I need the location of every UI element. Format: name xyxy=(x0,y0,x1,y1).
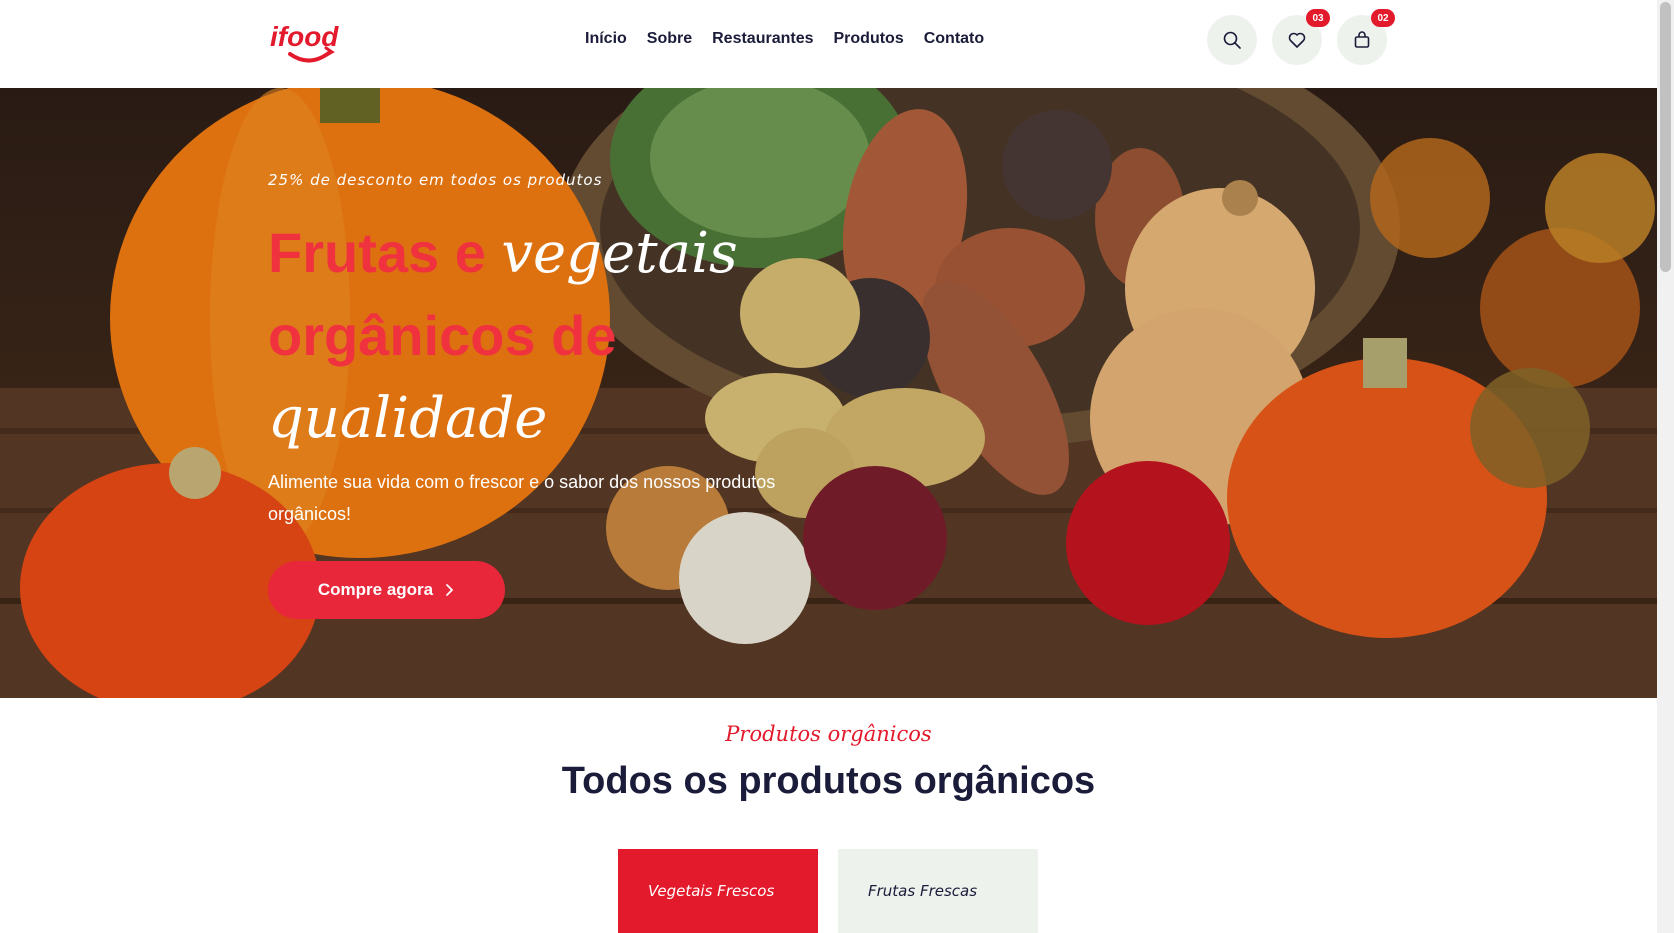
hero-title-part-1: Frutas e xyxy=(268,221,502,284)
main-nav: Início Sobre Restaurantes Produtos Conta… xyxy=(585,30,1004,48)
search-button[interactable] xyxy=(1207,15,1257,65)
scrollbar-thumb[interactable] xyxy=(1660,2,1671,272)
hero-banner: 25% de desconto em todos os produtos Fru… xyxy=(0,88,1657,698)
tab-vegetais-frescos[interactable]: Vegetais Frescos xyxy=(618,849,818,933)
nav-item-inicio[interactable]: Início xyxy=(585,30,627,48)
page-scrollbar[interactable] xyxy=(1657,0,1674,933)
hero-subtitle: 25% de desconto em todos os produtos xyxy=(268,171,603,189)
wishlist-count-badge: 03 xyxy=(1306,9,1330,27)
nav-item-restaurantes[interactable]: Restaurantes xyxy=(712,30,813,48)
tab-frutas-frescas[interactable]: Frutas Frescas xyxy=(838,849,1038,933)
section-title: Todos os produtos orgânicos xyxy=(561,760,1096,802)
shopping-bag-icon xyxy=(1354,31,1370,48)
ifood-logo[interactable]: ifood xyxy=(268,18,348,66)
cart-count-badge: 02 xyxy=(1371,9,1395,27)
hero-title-part-3: orgânicos de xyxy=(268,304,617,367)
shop-now-button[interactable]: Compre agora xyxy=(268,561,505,619)
search-icon xyxy=(1223,31,1241,49)
shop-now-label: Compre agora xyxy=(317,580,434,599)
hero-title: Frutas e vegetais orgânicos de qualidade xyxy=(268,212,788,460)
cart-button[interactable]: 02 xyxy=(1337,9,1395,65)
hero-title-part-4: qualidade xyxy=(268,386,548,451)
heart-icon xyxy=(1288,32,1306,48)
section-kicker: Produtos orgânicos xyxy=(725,722,932,746)
nav-item-produtos[interactable]: Produtos xyxy=(834,30,904,48)
wishlist-button[interactable]: 03 xyxy=(1272,9,1330,65)
vegetables-hero-image xyxy=(0,88,1657,698)
site-header: ifood Início Sobre Restaurantes Produtos… xyxy=(0,0,1657,88)
chevron-right-icon xyxy=(446,584,454,596)
nav-item-contato[interactable]: Contato xyxy=(924,30,984,48)
svg-text:ifood: ifood xyxy=(270,21,339,52)
nav-item-sobre[interactable]: Sobre xyxy=(647,30,692,48)
hero-title-part-2: vegetais xyxy=(501,221,738,286)
hero-description: Alimente sua vida com o frescor e o sabo… xyxy=(268,472,776,524)
